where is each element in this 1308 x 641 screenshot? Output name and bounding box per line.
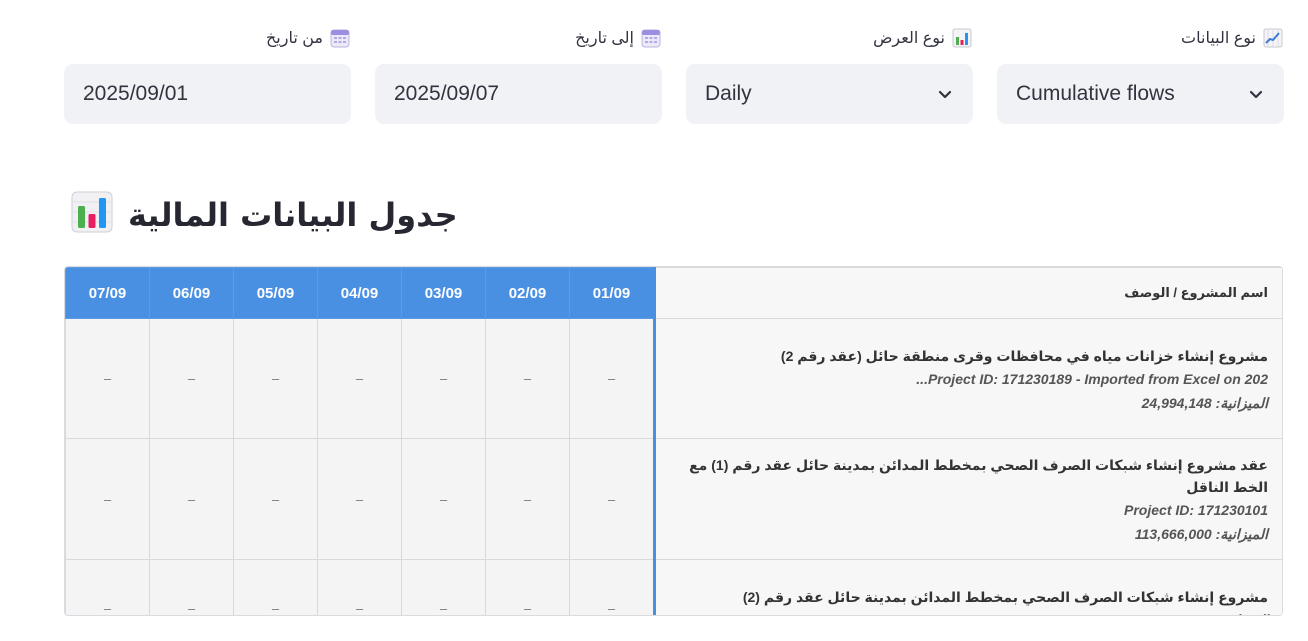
project-budget: الميزانية: 113,666,000: [1134, 526, 1268, 542]
page-title: جدول البيانات المالية: [128, 195, 458, 234]
day-cell: –: [401, 318, 486, 439]
view-type-filter: نوع العرض Daily: [686, 22, 973, 124]
view-type-value: Daily: [705, 82, 752, 105]
to-date-input[interactable]: 2025/09/07: [375, 64, 662, 124]
project-id: Project ID: 171230101: [1124, 502, 1268, 518]
from-date-label-text: من تاريخ: [265, 30, 323, 47]
day-column-header: 07/09: [65, 267, 150, 319]
calendar-icon: [640, 27, 662, 49]
day-cell: –: [317, 318, 402, 439]
project-budget: الميزانية: 39,393,939: [666, 608, 1268, 615]
day-column-header: 01/09: [569, 267, 655, 319]
day-column-header: 02/09: [485, 267, 570, 319]
day-cell: –: [317, 559, 402, 615]
day-cell: –: [233, 318, 318, 439]
day-cell: –: [401, 438, 486, 560]
project-cell: مشروع إنشاء شبكات الصرف الصحي بمخطط المد…: [653, 559, 1282, 615]
view-type-select[interactable]: Daily: [686, 64, 973, 124]
to-date-label-text: إلى تاريخ: [575, 30, 634, 47]
table-header-row: اسم المشروع / الوصف 01/09 02/09 03/09 04…: [65, 267, 1282, 319]
day-cell: –: [65, 318, 150, 439]
day-cell: –: [485, 559, 570, 615]
data-type-filter: نوع البيانات Cumulative flows: [997, 22, 1284, 124]
day-column-header: 03/09: [401, 267, 486, 319]
section-heading: جدول البيانات المالية: [70, 190, 458, 239]
day-column-header: 04/09: [317, 267, 402, 319]
table-row: عقد مشروع إنشاء شبكات الصرف الصحي بمخطط …: [65, 438, 1282, 560]
project-name: مشروع إنشاء خزانات مياه في محافظات وقرى …: [780, 347, 1268, 364]
data-table: اسم المشروع / الوصف 01/09 02/09 03/09 04…: [65, 267, 1282, 615]
bar-chart-icon: [70, 190, 114, 239]
project-cell: عقد مشروع إنشاء شبكات الصرف الصحي بمخطط …: [653, 438, 1282, 560]
bar-chart-icon: [951, 27, 973, 49]
to-date-value: 2025/09/07: [394, 82, 500, 105]
day-cell: –: [317, 438, 402, 560]
project-id: Project ID: 171230189 - Imported from Ex…: [916, 370, 1268, 387]
day-cell: –: [65, 438, 150, 560]
from-date-filter: من تاريخ 2025/09/01: [64, 22, 351, 124]
data-type-label-text: نوع البيانات: [1181, 30, 1256, 47]
day-cell: –: [149, 438, 234, 560]
day-cell: –: [569, 318, 655, 439]
day-column-header: 06/09: [149, 267, 234, 319]
day-cell: –: [569, 559, 655, 615]
table-row: مشروع إنشاء شبكات الصرف الصحي بمخطط المد…: [65, 559, 1282, 615]
chevron-down-icon: [935, 84, 955, 104]
data-type-value: Cumulative flows: [1016, 82, 1175, 105]
to-date-filter: إلى تاريخ 2025/09/07: [375, 22, 662, 124]
chart-increasing-icon: [1262, 27, 1284, 49]
from-date-label: من تاريخ: [64, 22, 351, 54]
to-date-label: إلى تاريخ: [375, 22, 662, 54]
project-name: عقد مشروع إنشاء شبكات الصرف الصحي بمخطط …: [689, 457, 1268, 495]
day-cell: –: [233, 438, 318, 560]
day-cell: –: [149, 559, 234, 615]
data-type-label: نوع البيانات: [997, 22, 1284, 54]
from-date-input[interactable]: 2025/09/01: [64, 64, 351, 124]
project-name: مشروع إنشاء شبكات الصرف الصحي بمخطط المد…: [742, 589, 1268, 605]
project-budget: الميزانية: 24,994,148: [1141, 394, 1268, 411]
project-column-header: اسم المشروع / الوصف: [653, 267, 1282, 319]
day-cell: –: [149, 318, 234, 439]
day-cell: –: [485, 318, 570, 439]
data-type-select[interactable]: Cumulative flows: [997, 64, 1284, 124]
day-cell: –: [233, 559, 318, 615]
table-row: مشروع إنشاء خزانات مياه في محافظات وقرى …: [65, 318, 1282, 439]
chevron-down-icon: [1246, 84, 1266, 104]
project-cell: مشروع إنشاء خزانات مياه في محافظات وقرى …: [653, 318, 1282, 439]
view-type-label: نوع العرض: [686, 22, 973, 54]
day-cell: –: [485, 438, 570, 560]
filter-bar: نوع البيانات Cumulative flows نوع العرض …: [64, 22, 1284, 124]
day-cell: –: [401, 559, 486, 615]
day-cell: –: [65, 559, 150, 615]
calendar-icon: [329, 27, 351, 49]
day-cell: –: [569, 438, 655, 560]
day-column-header: 05/09: [233, 267, 318, 319]
view-type-label-text: نوع العرض: [873, 30, 945, 47]
financial-table: اسم المشروع / الوصف 01/09 02/09 03/09 04…: [64, 266, 1283, 616]
from-date-value: 2025/09/01: [83, 82, 189, 105]
